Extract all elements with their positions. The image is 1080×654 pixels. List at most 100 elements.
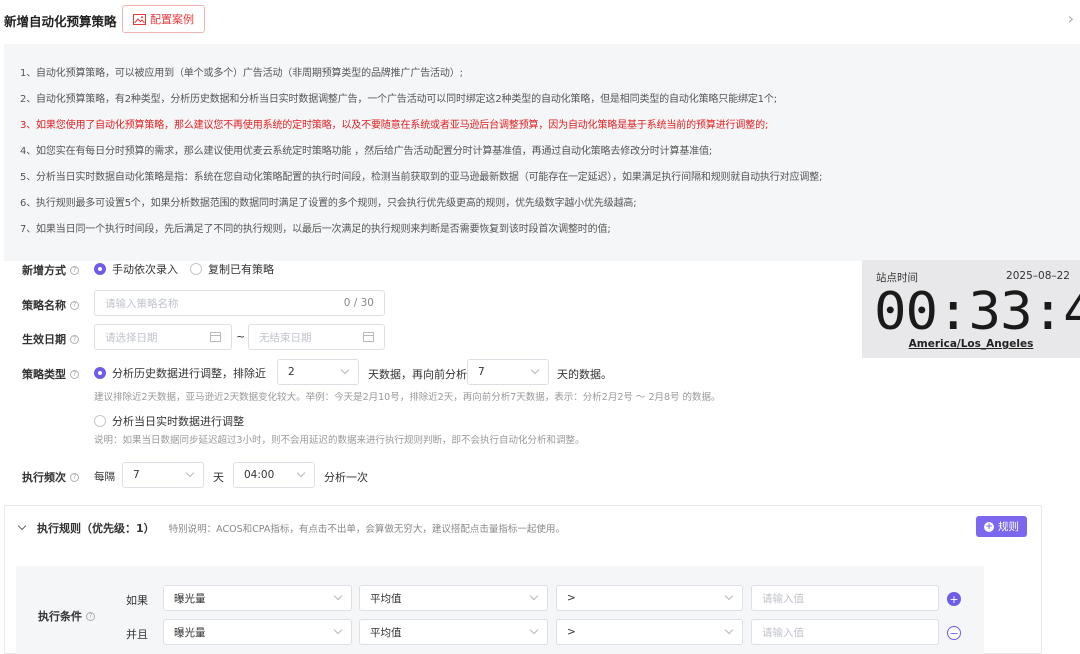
end-date-placeholder: 无结束日期: [259, 331, 312, 344]
aggregation-select[interactable]: 平均值: [359, 619, 548, 645]
config-case-button[interactable]: 配置案例: [122, 5, 205, 33]
effective-date-label: 生效日期 ?: [22, 331, 79, 347]
strategy-name-input[interactable]: 请输入策略名称 0 / 30: [94, 290, 385, 316]
days-data-text: 天的数据。: [557, 368, 612, 381]
radio-analyze-history-label: 分析历史数据进行调整，排除近: [112, 367, 266, 380]
start-date-placeholder: 请选择日期: [105, 331, 158, 344]
frequency-label-text: 执行频次: [22, 471, 66, 484]
page-header: 新增自动化预算策略 配置案例 ›: [0, 0, 1080, 40]
chevron-right-icon[interactable]: ›: [1068, 9, 1074, 28]
chevron-down-icon: [333, 591, 343, 601]
comparator-value: >: [567, 626, 576, 638]
config-case-label: 配置案例: [150, 13, 194, 26]
help-icon[interactable]: ?: [70, 265, 79, 275]
radio-analyze-realtime[interactable]: 分析当日实时数据进行调整: [94, 413, 244, 429]
site-time-date: 2025–08–22: [1006, 270, 1070, 282]
site-time-widget: 站点时间 2025–08–22 00:33:49 America/Los_Ang…: [862, 260, 1080, 358]
threshold-placeholder: 请输入值: [762, 592, 804, 605]
chevron-down-icon: [333, 625, 343, 635]
analyze-days-value: 7: [478, 366, 485, 378]
radio-analyze-realtime-label: 分析当日实时数据进行调整: [112, 415, 244, 428]
metric-select[interactable]: 曝光量: [163, 619, 352, 645]
comparator-select[interactable]: >: [556, 619, 743, 645]
site-time-clock: 00:33:49: [874, 282, 1080, 342]
add-condition-button[interactable]: +: [947, 592, 961, 606]
radio-manual-entry-label: 手动依次录入: [112, 263, 178, 276]
frequency-label: 执行频次 ?: [22, 469, 79, 485]
effective-date-label-text: 生效日期: [22, 333, 66, 346]
radio-dot[interactable]: [94, 415, 106, 427]
add-method-label: 新增方式 ?: [22, 262, 79, 278]
notice-line: 2、自动化预算策略，有2种类型，分析历史数据和分析当日实时数据调整广告，一个广告…: [20, 94, 777, 105]
threshold-input[interactable]: 请输入值: [751, 585, 939, 611]
notice-line: 5、分析当日实时数据自动化策略是指：系统在您自动化策略配置的执行时间段，检测当前…: [20, 172, 823, 183]
threshold-placeholder: 请输入值: [762, 626, 804, 639]
calendar-icon: [363, 332, 374, 342]
frequency-time-value: 04:00: [244, 469, 275, 481]
condition-label-text: 执行条件: [38, 610, 82, 623]
exclude-days-select[interactable]: 2: [277, 359, 359, 385]
radio-dot-selected[interactable]: [94, 367, 106, 379]
page-title: 新增自动化预算策略: [4, 14, 117, 29]
rule-note: 特别说明：ACOS和CPA指标，有点击不出单，会算做无穷大，建议搭配点击量指标一…: [168, 524, 565, 535]
exclude-days-value: 2: [288, 366, 295, 378]
day-unit-text: 天: [213, 471, 224, 484]
start-date-input[interactable]: 请选择日期: [94, 324, 232, 350]
comparator-value: >: [567, 592, 576, 604]
analyze-once-text: 分析一次: [324, 471, 368, 484]
metric-select[interactable]: 曝光量: [163, 585, 352, 611]
strategy-type-label-text: 策略类型: [22, 368, 66, 381]
remove-condition-button[interactable]: −: [947, 626, 961, 640]
history-hint: 建议排除近2天数据，亚马逊近2天数据变化较大。举例：今天是2月10号，排除近2天…: [94, 392, 721, 403]
help-icon[interactable]: ?: [70, 369, 79, 379]
add-rule-button[interactable]: + 规则: [976, 516, 1027, 537]
strategy-name-placeholder: 请输入策略名称: [105, 297, 179, 310]
help-icon[interactable]: ?: [70, 472, 79, 482]
notice-line-warning: 3、如果您使用了自动化预算策略，那么建议您不再使用系统的定时策略，以及不要随意在…: [20, 120, 769, 131]
chevron-down-icon: [529, 625, 539, 635]
notice-line: 7、如果当日同一个执行时间段，先后满足了不同的执行规则，以最后一次满足的执行规则…: [20, 224, 611, 235]
radio-copy-existing[interactable]: 复制已有策略: [190, 261, 274, 277]
chevron-down-icon: [340, 365, 350, 375]
comparator-select[interactable]: >: [556, 585, 743, 611]
help-icon[interactable]: ?: [86, 611, 95, 621]
chevron-down-icon: [185, 468, 195, 478]
radio-copy-existing-label: 复制已有策略: [208, 263, 274, 276]
add-method-label-text: 新增方式: [22, 264, 66, 277]
radio-analyze-history[interactable]: 分析历史数据进行调整，排除近: [94, 365, 266, 381]
strategy-type-label: 策略类型 ?: [22, 366, 79, 382]
radio-manual-entry[interactable]: 手动依次录入: [94, 261, 178, 277]
chevron-down-icon: [529, 591, 539, 601]
metric-value: 曝光量: [174, 592, 206, 605]
every-text: 每隔: [94, 471, 115, 483]
image-icon: [133, 13, 146, 25]
date-separator: ~: [236, 330, 246, 343]
radio-dot[interactable]: [190, 263, 202, 275]
strategy-name-label: 策略名称 ?: [22, 297, 79, 313]
calendar-icon: [210, 332, 221, 342]
threshold-input[interactable]: 请输入值: [751, 619, 939, 645]
frequency-time-select[interactable]: 04:00: [233, 462, 315, 488]
condition-panel: 执行条件 ? 如果 曝光量 平均值 > 请输入值 + 并且 曝光量 平均值 > …: [16, 566, 984, 654]
chevron-down-icon[interactable]: [17, 521, 27, 531]
aggregation-value: 平均值: [370, 592, 402, 605]
condition-label: 执行条件 ?: [38, 608, 95, 624]
chevron-down-icon: [724, 591, 734, 601]
frequency-days-select[interactable]: 7: [122, 462, 204, 488]
rule-header[interactable]: 执行规则（优先级：1） 特别说明：ACOS和CPA指标，有点击不出单，会算做无穷…: [17, 520, 565, 536]
days-then-text: 天数据，再向前分析: [368, 368, 467, 381]
analyze-days-select[interactable]: 7: [467, 359, 549, 385]
help-icon[interactable]: ?: [70, 300, 79, 310]
end-date-input[interactable]: 无结束日期: [248, 324, 385, 350]
notice-line: 1、自动化预算策略，可以被应用到（单个或多个）广告活动（非周期预算类型的品牌推广…: [20, 68, 463, 79]
aggregation-value: 平均值: [370, 626, 402, 639]
realtime-hint: 说明：如果当日数据同步延迟超过3小时，则不会用延迟的数据来进行执行规则判断，即不…: [94, 435, 585, 446]
rule-title: 执行规则（优先级：1）: [37, 522, 155, 535]
aggregation-select[interactable]: 平均值: [359, 585, 548, 611]
plus-icon: +: [984, 521, 994, 532]
notice-line: 4、如您实在有每日分时预算的需求，那么建议使用优麦云系统定时策略功能 ，然后给广…: [20, 146, 713, 157]
help-icon[interactable]: ?: [70, 334, 79, 344]
chevron-down-icon: [296, 468, 306, 478]
notice-panel: 1、自动化预算策略，可以被应用到（单个或多个）广告活动（非周期预算类型的品牌推广…: [4, 44, 1080, 261]
radio-dot-selected[interactable]: [94, 263, 106, 275]
